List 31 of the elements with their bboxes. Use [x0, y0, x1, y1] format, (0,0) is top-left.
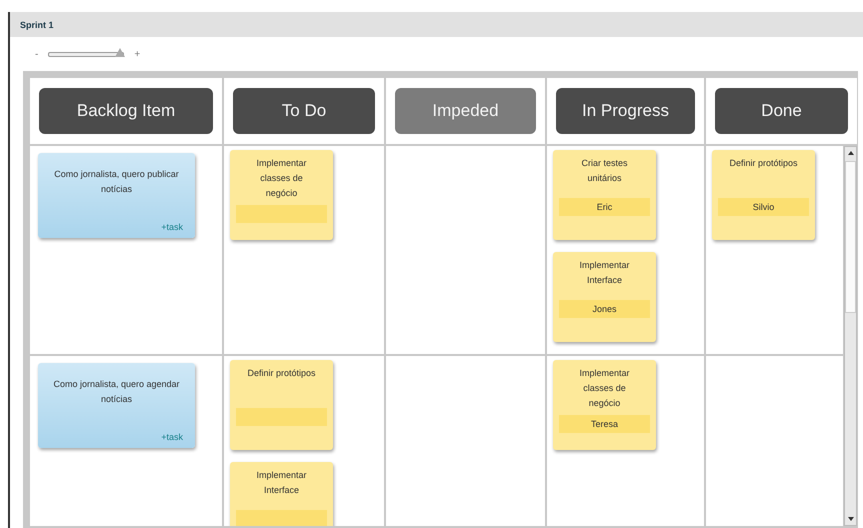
assignee-field: Teresa [559, 415, 650, 433]
task-title: Implementar classes de negócio [255, 157, 308, 200]
task-title: Definir protótipos [728, 157, 799, 170]
story-title: Como jornalista, quero publicar notícias [53, 168, 180, 196]
column-header: Done [715, 88, 848, 134]
scrollbar[interactable] [844, 146, 857, 526]
task-card[interactable]: Definir protótipos Silvio [712, 150, 815, 240]
task-card[interactable]: Implementar classes de negócio [230, 150, 333, 240]
task-title: Criar testes unitários [580, 157, 628, 185]
zoom-out-button[interactable]: - [35, 48, 38, 60]
sprint-title: Sprint 1 [20, 20, 54, 30]
assignee-field: Eric [559, 198, 650, 216]
column-header: Impeded [395, 88, 536, 134]
slider-thumb[interactable] [114, 48, 125, 56]
task-title: Implementar Interface [578, 259, 631, 287]
column-header: To Do [233, 88, 375, 134]
task-title: Implementar Interface [255, 469, 308, 497]
task-card[interactable]: Implementar classes de negócio Teresa [553, 360, 656, 450]
task-title: Definir protótipos [246, 367, 317, 380]
assignee-field: Jones [559, 300, 650, 318]
task-card[interactable]: Implementar Interface Jones [553, 252, 656, 342]
task-card[interactable]: Criar testes unitários Eric [553, 150, 656, 240]
assignee-field: Silvio [718, 198, 809, 216]
task-card[interactable]: Definir protótipos [230, 360, 333, 450]
column-header: In Progress [556, 88, 695, 134]
scrollbar-thumb[interactable] [845, 161, 856, 313]
column-header: Backlog Item [39, 88, 213, 134]
task-card[interactable]: Implementar Interface [230, 462, 333, 526]
task-title: Implementar classes de negócio [578, 367, 631, 410]
zoom-in-button[interactable]: + [134, 48, 140, 60]
story-title: Como jornalista, quero agendar notícias [52, 378, 181, 406]
